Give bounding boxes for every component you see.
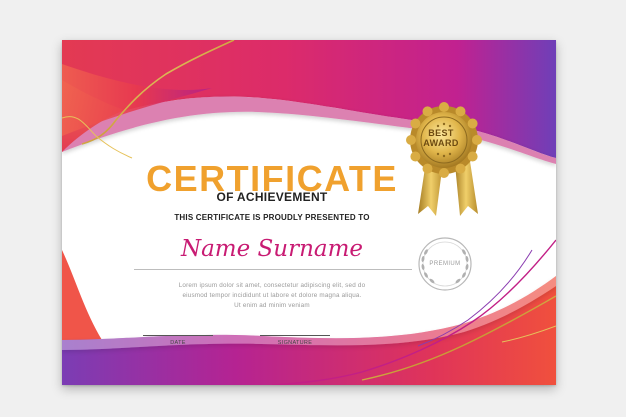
body-text-line: eiusmod tempor incididunt ut labore et d…: [182, 292, 362, 299]
date-line: [143, 335, 213, 336]
body-text-line: Lorem ipsum dolor sit amet, consectetur …: [178, 282, 366, 289]
date-label: DATE: [170, 340, 186, 346]
name-underline: [134, 269, 412, 270]
certificate-subtitle: OF ACHIEVEMENT: [216, 190, 328, 204]
canvas-background: BEST AWARD PREMIUM CERTIFICATE OF ACHIEV…: [0, 0, 626, 417]
badge-text-best: BEST: [428, 128, 454, 138]
badge-text-award: AWARD: [423, 138, 459, 148]
recipient-name: Name Surname: [180, 236, 364, 262]
signature-line: [260, 335, 330, 336]
body-text-line: Ut enim ad minim veniam: [234, 302, 310, 309]
signature-label: SIGNATURE: [277, 340, 313, 346]
certificate-card: BEST AWARD PREMIUM CERTIFICATE OF ACHIEV…: [62, 40, 556, 385]
presented-to-text: THIS CERTIFICATE IS PROUDLY PRESENTED TO: [174, 213, 370, 222]
